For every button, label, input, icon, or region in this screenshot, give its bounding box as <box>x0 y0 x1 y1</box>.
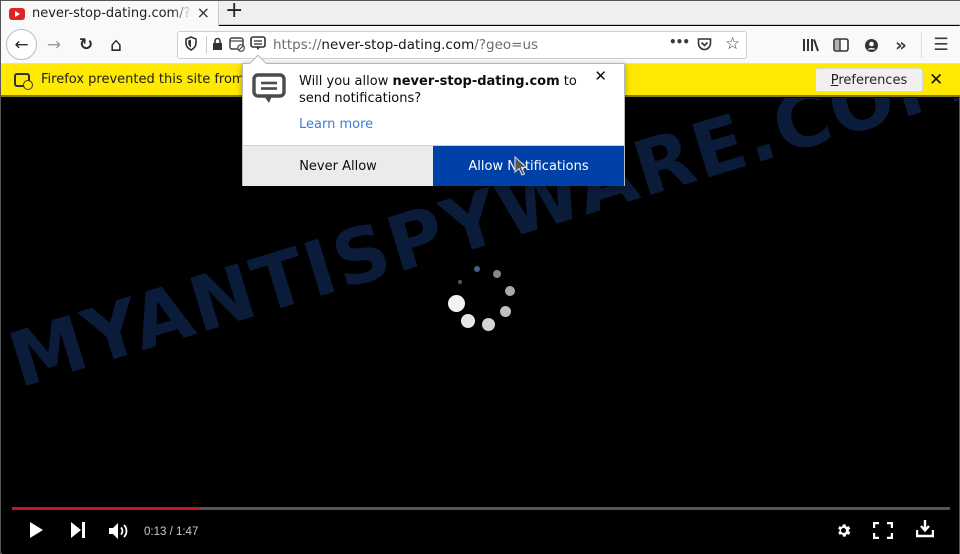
allow-notifications-button[interactable]: Allow Notifications <box>433 146 624 186</box>
back-arrow-icon: ← <box>14 34 29 55</box>
tab-strip: never-stop-dating.com/?geo=us × + <box>1 0 960 26</box>
gear-icon <box>838 524 851 537</box>
download-button[interactable] <box>916 519 934 538</box>
forward-arrow-icon: → <box>46 35 62 55</box>
sidebar-button[interactable] <box>829 30 853 60</box>
play-button[interactable] <box>29 522 44 538</box>
mute-button[interactable] <box>108 522 130 540</box>
fullscreen-icon <box>873 522 893 539</box>
back-button[interactable]: ← <box>6 29 37 60</box>
forward-button[interactable]: → <box>39 30 69 60</box>
home-button[interactable]: ⌂ <box>101 30 131 60</box>
browser-window: never-stop-dating.com/?geo=us × + ← → ↻ … <box>0 0 960 554</box>
url-path: /?geo=us <box>474 37 539 53</box>
tab-active[interactable]: never-stop-dating.com/?geo=us × <box>1 1 219 26</box>
toolbar-separator <box>921 32 922 58</box>
spinner-dot <box>461 314 475 328</box>
notification-bar-text: Firefox prevented this site from <box>41 72 245 87</box>
skip-next-icon <box>71 522 85 538</box>
home-icon: ⌂ <box>109 34 123 56</box>
youtube-favicon-icon <box>9 7 25 20</box>
video-progress-bar[interactable] <box>12 507 950 510</box>
blocked-notification-icon <box>14 73 33 90</box>
overflow-menu-button[interactable]: » <box>889 30 913 60</box>
volume-icon <box>109 523 128 539</box>
time-display: 0:13 / 1:47 <box>144 526 199 538</box>
library-button[interactable] <box>798 30 822 60</box>
url-bar[interactable]: https://never-stop-dating.com/?geo=us ••… <box>177 31 747 59</box>
fullscreen-button[interactable] <box>873 522 893 539</box>
spinner-dot <box>474 266 480 272</box>
sidebar-icon <box>833 38 849 52</box>
mouse-cursor-icon <box>514 156 528 176</box>
spinner-dot <box>505 286 515 296</box>
double-chevron-icon: » <box>895 34 907 56</box>
urlbar-separator <box>206 36 207 54</box>
spinner-dot <box>448 295 465 312</box>
notification-permission-icon[interactable] <box>250 36 266 56</box>
spinner-dot <box>482 318 495 331</box>
library-icon <box>802 39 819 52</box>
blocked-notifications-icon[interactable] <box>229 37 245 56</box>
never-allow-button[interactable]: Never Allow <box>243 146 433 186</box>
next-button[interactable] <box>70 522 86 538</box>
download-icon <box>916 520 934 538</box>
settings-button[interactable] <box>835 522 852 539</box>
spinner-dot <box>458 280 462 284</box>
popup-message-host: never-stop-dating.com <box>392 74 560 89</box>
popup-close-icon[interactable]: ✕ <box>594 67 607 85</box>
tab-title: never-stop-dating.com/?geo=us <box>32 6 192 21</box>
page-actions-menu-icon[interactable]: ••• <box>669 35 690 49</box>
learn-more-link[interactable]: Learn more <box>299 117 373 132</box>
app-menu-button[interactable]: ☰ <box>929 30 953 60</box>
tracking-protection-shield-icon[interactable] <box>185 36 197 55</box>
video-progress-fill <box>12 507 200 510</box>
preferences-button[interactable]: Preferences <box>815 68 923 92</box>
url-scheme: https:// <box>273 37 322 53</box>
preferences-label-rest: references <box>838 72 908 88</box>
hamburger-menu-icon: ☰ <box>933 35 949 55</box>
url-text[interactable]: https://never-stop-dating.com/?geo=us <box>273 37 538 53</box>
account-button[interactable] <box>859 30 883 60</box>
popup-footer: Never Allow Allow Notifications <box>243 145 624 186</box>
account-icon <box>864 38 878 52</box>
popup-message: Will you allow never-stop-dating.com to … <box>299 73 589 107</box>
spinner-dot <box>493 270 501 278</box>
notification-permission-popup: Will you allow never-stop-dating.com to … <box>242 54 625 186</box>
loading-spinner <box>442 263 522 343</box>
url-host: never-stop-dating.com <box>321 37 475 53</box>
pocket-icon[interactable] <box>697 37 712 55</box>
reload-icon: ↻ <box>78 35 94 55</box>
notification-bar-close-icon[interactable]: ✕ <box>929 70 943 90</box>
tab-close-icon[interactable]: × <box>197 3 210 22</box>
navigation-toolbar: ← → ↻ ⌂ https://never-stop-dating.com/?g… <box>1 26 960 64</box>
popup-message-prefix: Will you allow <box>299 74 393 89</box>
bookmark-star-icon[interactable]: ☆ <box>725 34 740 54</box>
play-icon <box>30 522 43 538</box>
lock-icon[interactable] <box>212 37 223 55</box>
spinner-dot <box>500 306 511 317</box>
reload-button[interactable]: ↻ <box>71 30 101 60</box>
new-tab-button[interactable]: + <box>225 0 243 23</box>
notification-bubble-icon <box>252 73 286 109</box>
